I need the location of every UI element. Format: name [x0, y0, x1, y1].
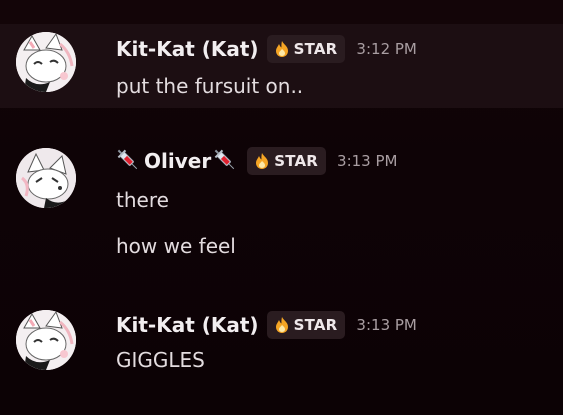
tag-label: STAR [293, 316, 338, 334]
top-strip [0, 0, 563, 24]
tag-label: STAR [293, 40, 338, 58]
flame-icon [275, 317, 288, 333]
avatar-image [16, 310, 76, 370]
syringe-icon [214, 149, 235, 170]
syringe-icon [117, 149, 138, 170]
username-wrap[interactable]: Oliver [116, 148, 239, 174]
message-text: put the fursuit on.. [116, 74, 304, 98]
tag-label: STAR [274, 152, 319, 170]
timestamp[interactable]: 3:13 PM [337, 152, 397, 170]
flame-icon [256, 153, 269, 169]
username[interactable]: Kit-Kat (Kat) [116, 313, 259, 337]
star-tag[interactable]: STAR [266, 35, 346, 63]
message-text: how we feel [116, 234, 236, 258]
username[interactable]: Kit-Kat (Kat) [116, 37, 259, 61]
message-group-3: Kit-Kat (Kat) STAR 3:13 PM GIGGLES [0, 300, 563, 400]
message-header: Kit-Kat (Kat) STAR 3:13 PM [116, 310, 417, 340]
flame-icon [275, 41, 288, 57]
star-tag[interactable]: STAR [247, 147, 327, 175]
message-group-1: Kit-Kat (Kat) STAR 3:12 PM put the fursu… [0, 24, 563, 108]
star-tag[interactable]: STAR [266, 311, 346, 339]
avatar-image [16, 32, 76, 92]
message-text: there [116, 188, 169, 212]
message-header: Oliver STAR 3:13 PM [116, 146, 397, 176]
avatar-kitkat[interactable] [16, 32, 76, 92]
timestamp[interactable]: 3:12 PM [356, 40, 416, 58]
message-header: Kit-Kat (Kat) STAR 3:12 PM [116, 34, 417, 64]
avatar-kitkat[interactable] [16, 310, 76, 370]
avatar-image [16, 148, 76, 208]
message-text: GIGGLES [116, 348, 205, 372]
avatar-oliver[interactable] [16, 148, 76, 208]
timestamp[interactable]: 3:13 PM [356, 316, 416, 334]
message-group-2: Oliver STAR 3:13 PM there how we feel [0, 140, 563, 290]
username[interactable]: Oliver [144, 149, 211, 173]
